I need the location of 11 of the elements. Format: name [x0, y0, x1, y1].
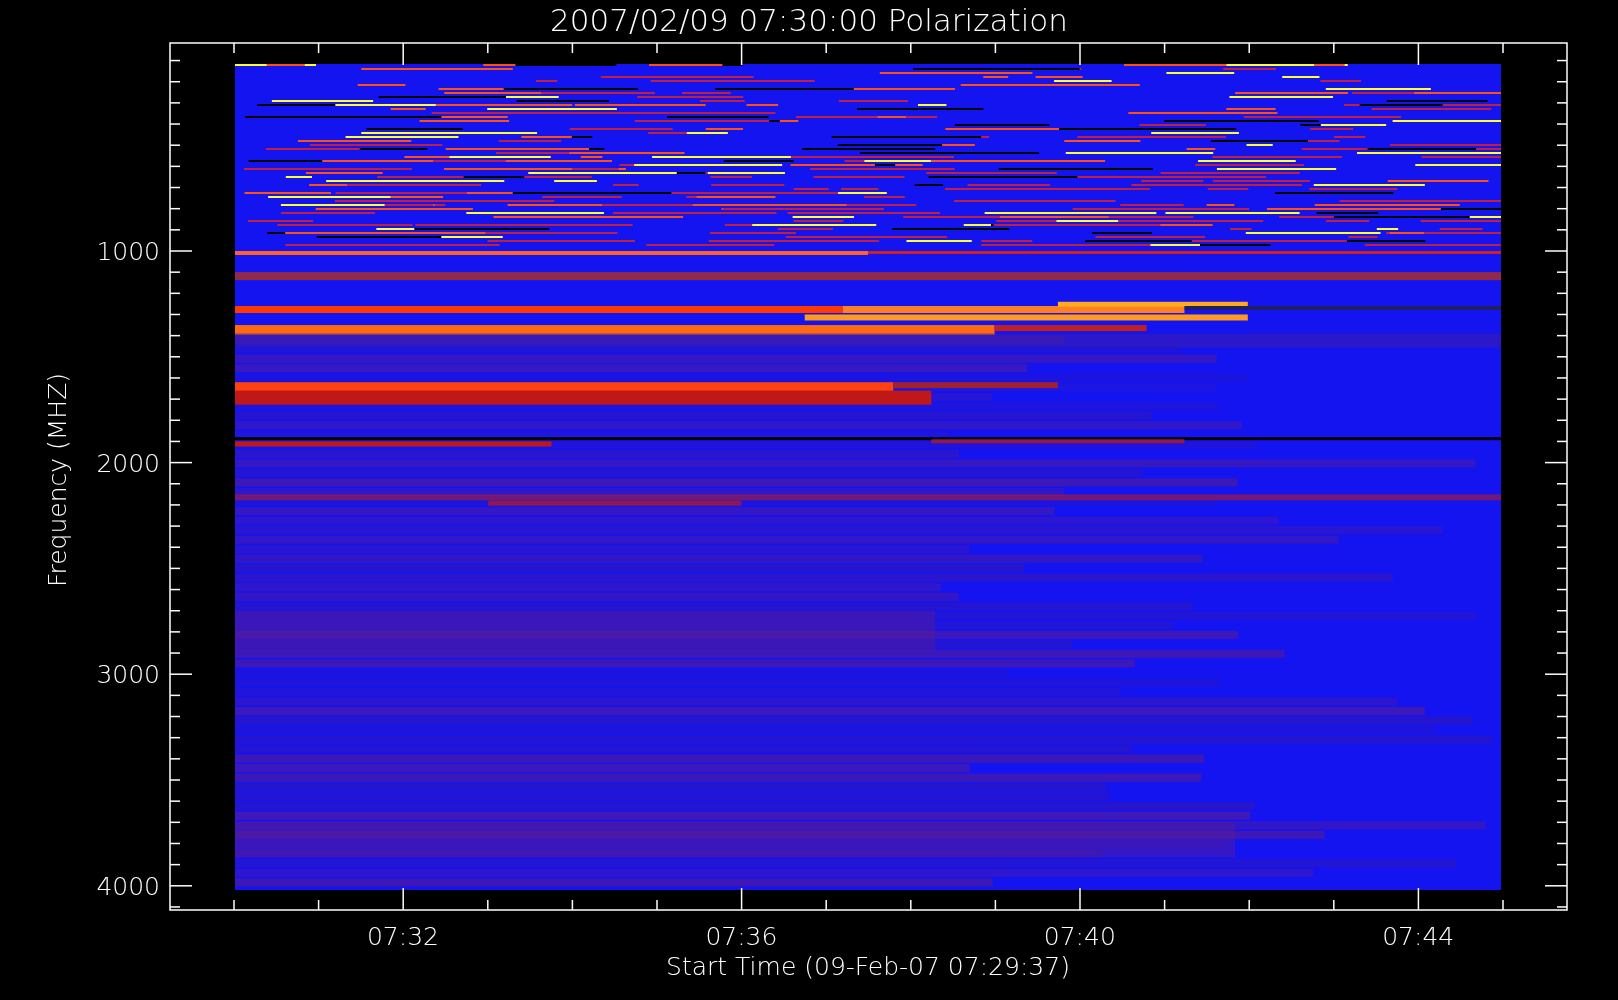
- x-axis-title: Start Time (09-Feb-07 07:29:37): [666, 952, 1070, 981]
- x-tick-label: 07:44: [1382, 922, 1455, 951]
- x-tick-label: 07:36: [705, 922, 778, 951]
- x-tick-label: 07:40: [1043, 922, 1116, 951]
- y-tick-label: 2000: [96, 448, 160, 478]
- y-tick-label: 1000: [96, 237, 160, 266]
- y-tick-label: 3000: [96, 660, 160, 690]
- chart-title: 2007/02/09 07:30:00 Polarization: [550, 2, 1068, 38]
- x-tick-label: 07:32: [367, 922, 439, 951]
- y-tick-label: 4000: [96, 871, 160, 901]
- y-axis-title: Frequency (MHZ): [43, 372, 72, 588]
